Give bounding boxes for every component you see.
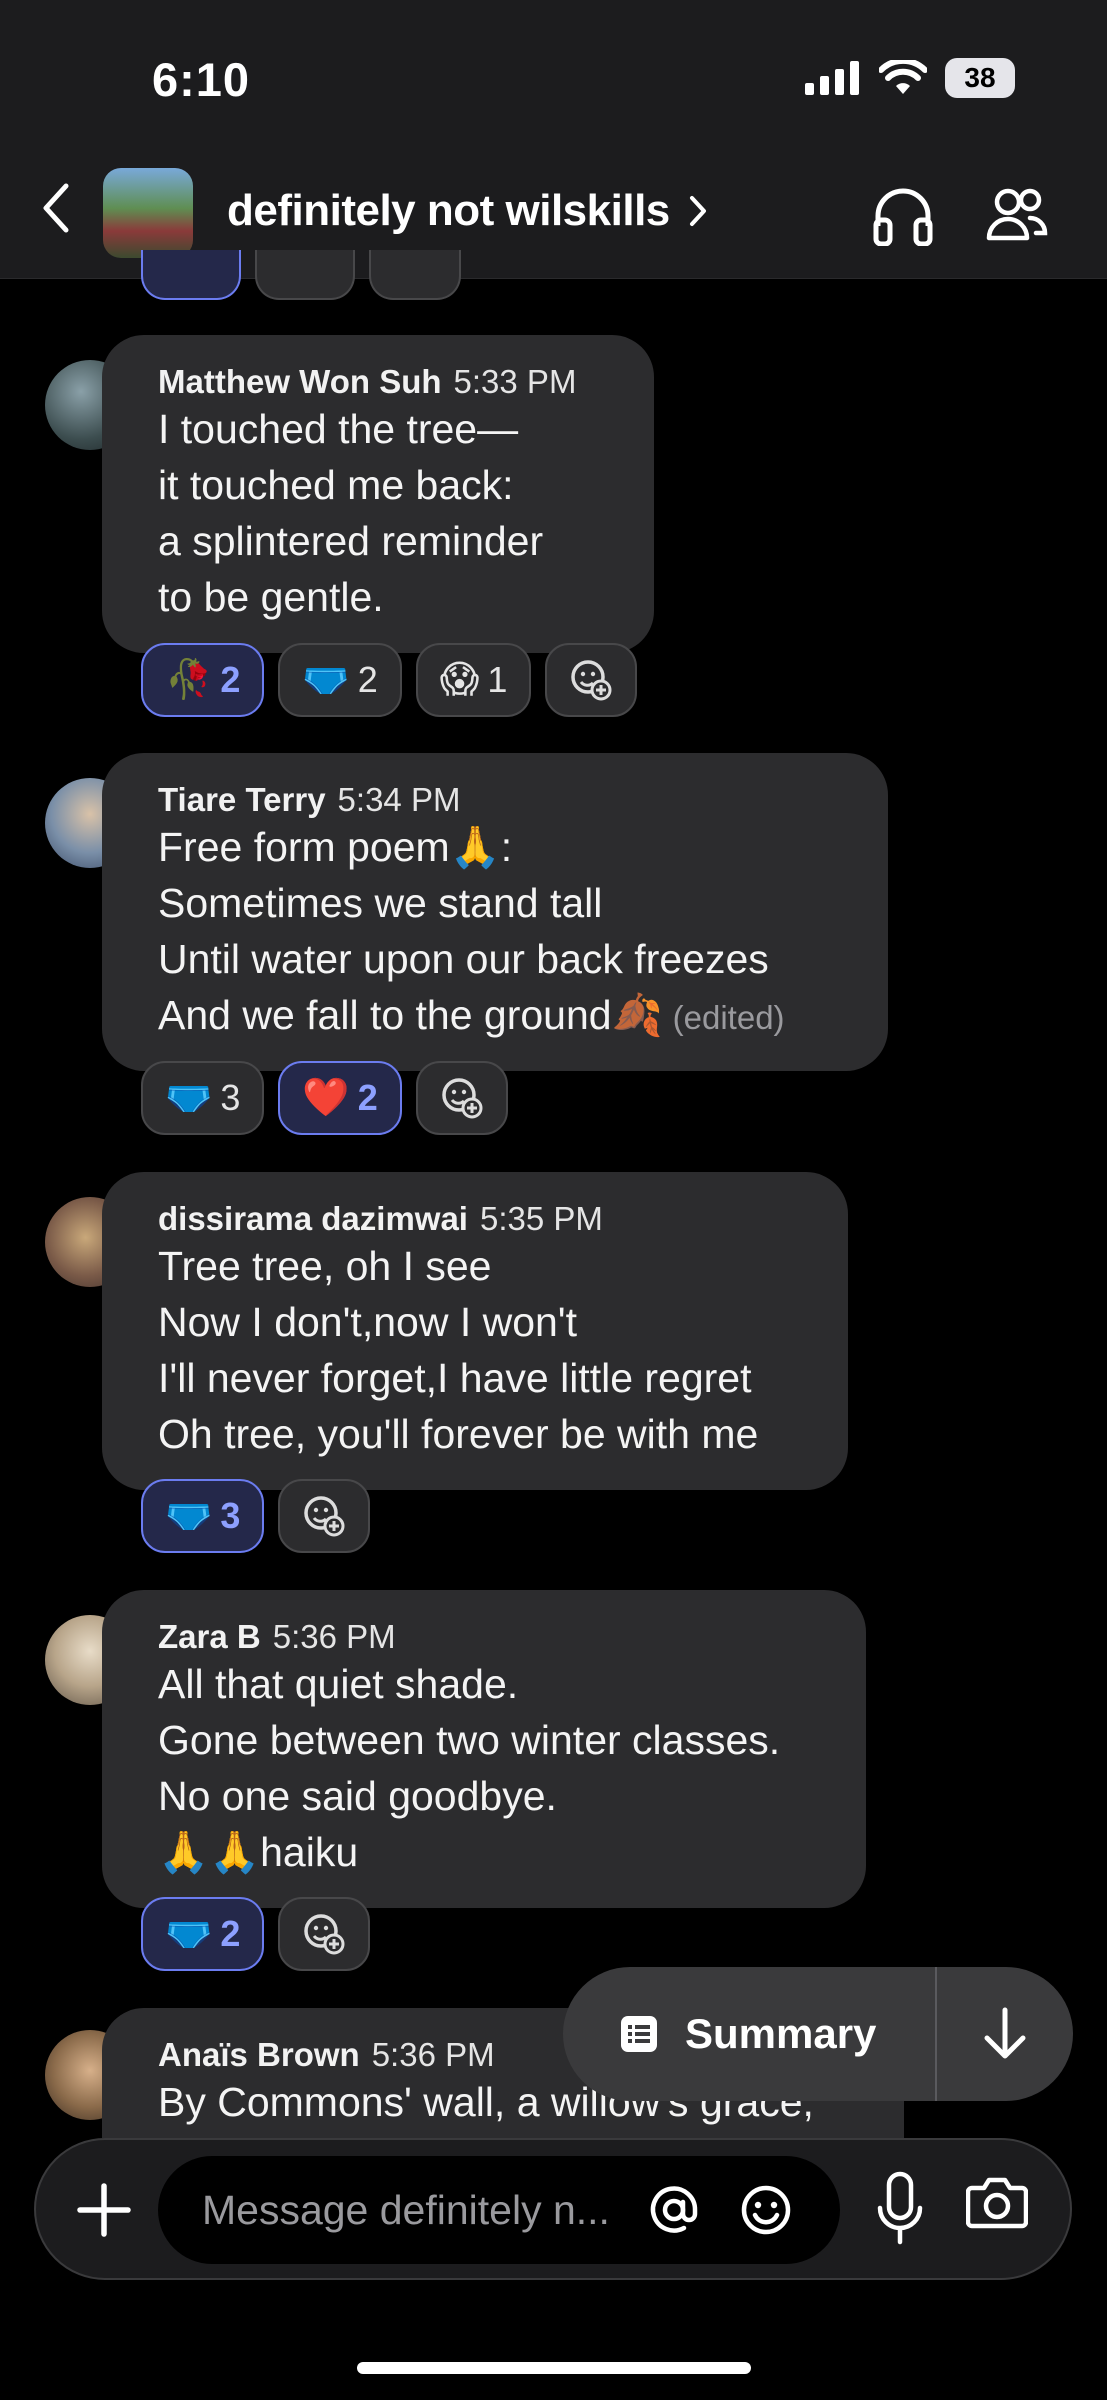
message-meta: Zara B 5:36 PM [158,1618,826,1656]
previous-reactions-partial [141,250,461,300]
add-reaction-icon [304,1496,345,1537]
message-line: Free form poem🙏: [158,824,513,870]
sender-name[interactable]: Anaïs Brown [158,2036,360,2074]
reaction-chip[interactable]: 🩲 3 [141,1061,265,1135]
message-line: I touched the tree— [158,406,519,452]
message-bubble[interactable]: Matthew Won Suh 5:33 PM I touched the tr… [102,335,654,653]
message-line: No one said goodbye. [158,1773,557,1819]
reaction-chip[interactable]: 🩲 3 [141,1479,265,1553]
message-meta: Tiare Terry 5:34 PM [158,781,848,819]
members-icon[interactable] [986,186,1048,244]
reactions-row: 🥀 2 🩲 2 😱 1 [141,643,638,717]
message-line: Gone between two winter classes. [158,1717,781,1763]
message-line: All that quiet shade. [158,1661,519,1707]
message-time: 5:34 PM [337,781,461,818]
add-reaction-icon [571,660,612,701]
message-line: I'll never forget,I have little regret [158,1355,752,1401]
message-line: And we fall to the ground🍂 (edited) [158,992,785,1038]
back-icon[interactable] [38,182,74,234]
message-time: 5:36 PM [371,2036,495,2073]
reaction-chip[interactable]: ❤️ 2 [278,1061,402,1135]
reaction-chip[interactable]: 🥀 2 [141,643,265,717]
summary-button[interactable]: Summary [563,1967,937,2101]
scroll-down-button[interactable] [937,2006,1073,2062]
message-bubble[interactable]: Tiare Terry 5:34 PM Free form poem🙏: Som… [102,753,888,1071]
group-title-text: definitely not wilskills [227,186,670,235]
message-meta: dissirama dazimwai 5:35 PM [158,1200,808,1238]
message-line: it touched me back: [158,462,514,508]
chevron-right-icon [689,196,706,226]
message-time: 5:33 PM [453,363,577,400]
message-line: to be gentle. [158,574,384,620]
sender-name[interactable]: Matthew Won Suh [158,363,442,401]
message-input[interactable]: Message definitely n... [158,2156,840,2264]
message-line: Sometimes we stand tall [158,880,603,926]
summary-pill: Summary [563,1967,1073,2101]
message-line: 🙏🙏haiku [158,1829,359,1875]
plus-icon[interactable] [76,2174,132,2246]
status-icons: 38 [805,58,1015,98]
status-time: 6:10 [152,53,251,106]
add-reaction-icon [441,1078,483,1119]
edited-label: (edited) [672,999,785,1036]
reaction-chip[interactable]: 😱 1 [415,643,532,717]
message-placeholder: Message definitely n... [202,2186,610,2233]
reaction-chip[interactable] [141,250,241,300]
wifi-icon [879,60,927,94]
group-avatar[interactable] [103,168,193,258]
message-line: Tree tree, oh I see [158,1243,492,1289]
message-time: 5:36 PM [272,1618,396,1655]
battery-indicator: 38 [945,58,1015,98]
reactions-row: 🩲 3 ❤️ 2 [141,1061,508,1135]
reaction-chip[interactable] [369,250,461,300]
reaction-chip[interactable] [255,250,355,300]
message-line: Oh tree, you'll forever be with me [158,1411,759,1457]
home-indicator [357,2362,751,2374]
camera-icon[interactable] [966,2172,1028,2230]
microphone-icon[interactable] [872,2170,928,2250]
add-reaction-button[interactable] [278,1897,371,1971]
message-composer: Message definitely n... [34,2138,1072,2280]
reactions-row: 🩲 2 [141,1897,371,1971]
sender-name[interactable]: Zara B [158,1618,261,1656]
signal-icon [805,61,859,95]
headphones-icon[interactable] [872,186,934,246]
message-meta: Matthew Won Suh 5:33 PM [158,363,614,401]
arrow-down-icon [984,2007,1026,2059]
group-title[interactable]: definitely not wilskills [227,186,708,236]
add-reaction-button[interactable] [545,643,638,717]
summary-list-icon [621,2016,657,2052]
summary-label: Summary [685,2010,877,2057]
message-bubble[interactable]: Zara B 5:36 PM All that quiet shade. Gon… [102,1590,866,1908]
message-line: Until water upon our back freezes [158,936,769,982]
at-icon[interactable] [646,2182,702,2238]
top-bar: 6:10 38 definitely not wilskills [0,0,1107,279]
reaction-chip[interactable]: 🩲 2 [141,1897,265,1971]
reaction-chip[interactable]: 🩲 2 [278,643,402,717]
message-line: Now I don't,now I won't [158,1299,578,1345]
add-reaction-icon [304,1914,345,1955]
sender-name[interactable]: dissirama dazimwai [158,1200,468,1238]
reactions-row: 🩲 3 [141,1479,371,1553]
message-time: 5:35 PM [479,1200,603,1237]
add-reaction-button[interactable] [278,1479,371,1553]
message-bubble[interactable]: dissirama dazimwai 5:35 PM Tree tree, oh… [102,1172,848,1490]
add-reaction-button[interactable] [415,1061,508,1135]
emoji-icon[interactable] [738,2182,794,2238]
message-line: a splintered reminder [158,518,544,564]
sender-name[interactable]: Tiare Terry [158,781,326,819]
